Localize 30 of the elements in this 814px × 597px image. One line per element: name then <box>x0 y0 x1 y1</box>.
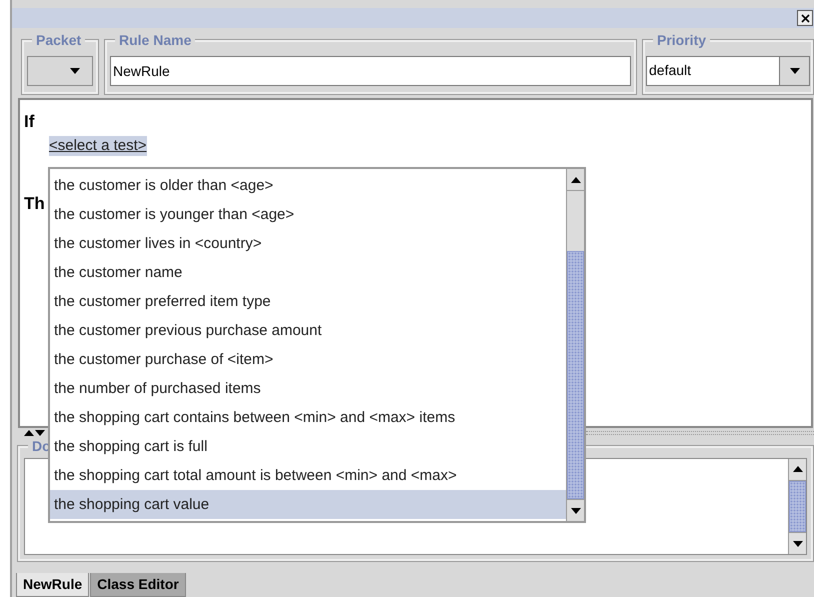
if-heading: If <box>24 112 34 132</box>
list-item[interactable]: the shopping cart contains between <min> and <max> items <box>50 403 566 432</box>
scroll-up-icon <box>570 176 580 182</box>
select-test-link[interactable]: <select a test> <box>49 136 147 156</box>
list-item[interactable]: the customer preferred item type <box>50 287 566 316</box>
list-item[interactable]: the number of purchased items <box>50 374 566 403</box>
list-item[interactable]: the customer lives in <country> <box>50 229 566 258</box>
close-button[interactable] <box>797 10 813 26</box>
list-item[interactable]: the customer is older than <age> <box>50 171 566 200</box>
vertical-scrollbar[interactable] <box>788 458 806 554</box>
splitter[interactable] <box>586 430 814 435</box>
list-item[interactable]: the customer purchase of <item> <box>50 345 566 374</box>
caret-icon <box>790 68 800 74</box>
rule-name-field[interactable]: NewRule <box>110 56 631 86</box>
priority-dropdown[interactable]: default <box>646 56 810 86</box>
scroll-up-icon <box>792 466 802 472</box>
scroll-down-icon <box>570 508 580 514</box>
list-scrollbar[interactable] <box>566 169 584 521</box>
list-item[interactable]: the customer is younger than <age> <box>50 200 566 229</box>
scroll-down-icon <box>792 540 802 546</box>
list-item[interactable]: the shopping cart total amount is between <min> and <max> <box>50 461 566 490</box>
then-heading: Th <box>24 194 45 214</box>
list-item[interactable]: the shopping cart value <box>50 490 566 519</box>
packet-dropdown[interactable] <box>27 56 93 86</box>
tab[interactable]: Class Editor <box>90 573 186 597</box>
tab[interactable]: NewRule <box>16 573 90 597</box>
close-icon <box>800 14 810 22</box>
list-item[interactable]: the customer name <box>50 258 566 287</box>
caret-icon <box>70 68 80 74</box>
list-item[interactable]: the customer previous purchase amount <box>50 316 566 345</box>
